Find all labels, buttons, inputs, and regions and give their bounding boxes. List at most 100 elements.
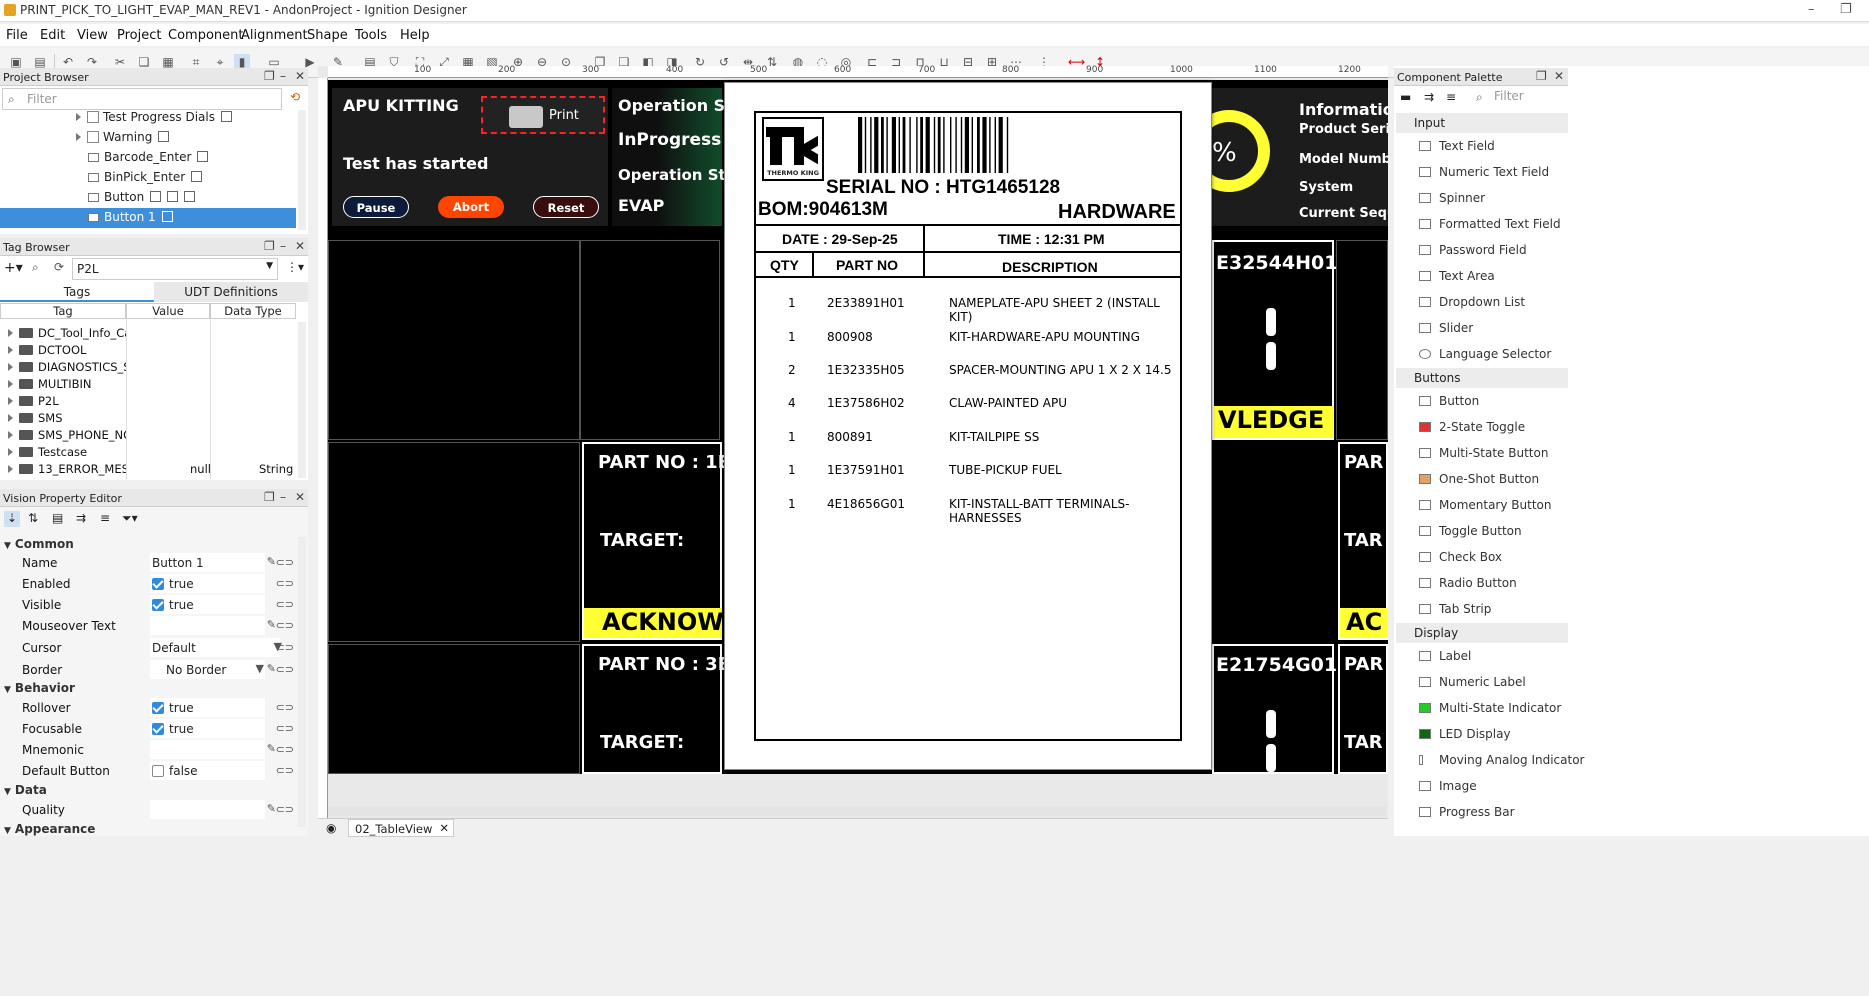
tag-row[interactable]: SMS <box>8 411 126 428</box>
palette-section-buttons[interactable]: Buttons <box>1396 368 1568 388</box>
palette-one-shot-button[interactable]: One-Shot Button <box>1419 472 1539 492</box>
prop-mnemonic[interactable]: Mnemonic ✎ ⊂⊃ <box>0 740 308 761</box>
palette-numeric-text-field[interactable]: Numeric Text Field <box>1419 165 1549 185</box>
prop-focusable[interactable]: Focusable true ⊂⊃ <box>0 719 308 740</box>
tag-row[interactable]: Testcase <box>8 445 126 462</box>
add-tag-icon[interactable]: +▾ <box>4 260 23 276</box>
abort-button[interactable]: Abort <box>438 196 504 218</box>
prop-default-button[interactable]: Default Button false ⊂⊃ <box>0 761 308 782</box>
tree-item-binpick-enter[interactable]: BinPick_Enter <box>88 170 288 190</box>
acknowledge-3[interactable]: VLEDGE <box>1214 406 1334 438</box>
more-options-icon[interactable]: ⋮▾ <box>286 260 304 274</box>
close-icon[interactable]: ✕ <box>295 69 305 83</box>
project-filter-input[interactable]: Filter <box>2 88 282 110</box>
palette-button[interactable]: Button <box>1419 394 1479 414</box>
tag-row[interactable]: P2L <box>8 394 126 411</box>
search-icon[interactable]: ⌕ <box>32 260 39 275</box>
print-button[interactable]: Print <box>481 96 605 134</box>
palette-radio-button[interactable]: Radio Button <box>1419 576 1517 596</box>
palette-image[interactable]: Image <box>1419 779 1477 799</box>
menu-help[interactable]: Help <box>400 28 430 43</box>
menu-file[interactable]: File <box>6 28 28 43</box>
float-icon[interactable]: ❐ <box>264 490 275 504</box>
table-icon[interactable]: ▤ <box>52 511 63 525</box>
prop-mouseover-text[interactable]: Mouseover Text ✎ ⊂⊃ <box>0 616 308 637</box>
palette-filter-input[interactable]: Filter <box>1470 86 1568 108</box>
menu-edit[interactable]: Edit <box>40 28 65 43</box>
col-value[interactable]: Value <box>126 303 210 319</box>
tab-tags[interactable]: Tags <box>0 282 154 302</box>
prop-quality[interactable]: Quality ✎ ⊂⊃ <box>0 800 308 821</box>
property-scrollbar[interactable] <box>298 537 306 827</box>
tab-02-tableview[interactable]: 02_TableView ✕ <box>348 819 454 837</box>
tree-item-barcode-enter[interactable]: Barcode_Enter <box>88 150 288 170</box>
palette-tab-strip[interactable]: Tab Strip <box>1419 602 1491 622</box>
col-data-type[interactable]: Data Type <box>210 303 296 319</box>
tab-udt-definitions[interactable]: UDT Definitions <box>154 282 308 302</box>
palette-view-icon[interactable]: ▬ <box>1400 90 1411 104</box>
palette-slider[interactable]: Slider <box>1419 321 1473 341</box>
palette-multi-state-button[interactable]: Multi-State Button <box>1419 446 1548 466</box>
tag-scrollbar[interactable] <box>298 322 306 478</box>
menu-view[interactable]: View <box>77 28 108 43</box>
palette-label[interactable]: Label <box>1419 649 1471 669</box>
menu-alignment[interactable]: Alignment <box>241 28 308 43</box>
acknowledge-5[interactable]: AC <box>1340 608 1388 638</box>
prop-visible[interactable]: Visible true ⊂⊃ <box>0 595 308 616</box>
menu-project[interactable]: Project <box>117 28 161 43</box>
tag-row[interactable]: SMS_PHONE_NO_I <box>8 428 126 445</box>
filter-options-icon[interactable]: ⟲ <box>290 90 300 104</box>
maximize-button[interactable]: ❐ <box>1840 2 1852 17</box>
float-icon[interactable]: ❐ <box>264 239 275 253</box>
close-icon[interactable]: ✕ <box>295 490 305 504</box>
palette-sort-icon[interactable]: ⇉ <box>1424 90 1434 104</box>
close-icon[interactable]: ✕ <box>1554 69 1564 83</box>
palette-progress-bar[interactable]: Progress Bar <box>1419 805 1515 825</box>
palette-formatted-text-field[interactable]: Formatted Text Field <box>1419 217 1561 237</box>
project-scrollbar[interactable] <box>298 110 306 230</box>
menu-component[interactable]: Component <box>168 28 243 43</box>
palette-numeric-label[interactable]: Numeric Label <box>1419 675 1526 695</box>
palette-check-box[interactable]: Check Box <box>1419 550 1502 570</box>
palette-section-display[interactable]: Display <box>1396 623 1568 643</box>
acknowledge-1[interactable]: ACKNOW <box>584 608 722 638</box>
pause-button[interactable]: Pause <box>343 196 409 218</box>
minimize-button[interactable]: – <box>1808 2 1815 17</box>
menu-shape[interactable]: Shape <box>307 28 348 43</box>
float-icon[interactable]: ❐ <box>1536 69 1547 83</box>
prop-enabled[interactable]: Enabled true ⊂⊃ <box>0 574 308 595</box>
prop-rollover[interactable]: Rollover true ⊂⊃ <box>0 698 308 719</box>
menu-tools[interactable]: Tools <box>355 28 387 43</box>
tag-row[interactable]: DIAGNOSTICS_SCI <box>8 360 126 377</box>
section-appearance[interactable]: ▼ Appearance <box>0 822 308 842</box>
tag-row[interactable]: 13_ERROR_MESSAC <box>8 462 126 479</box>
palette-led-display[interactable]: LED Display <box>1419 727 1511 747</box>
palette-text-field[interactable]: Text Field <box>1419 139 1495 159</box>
palette-text-area[interactable]: Text Area <box>1419 269 1495 289</box>
palette-toggle-button[interactable]: Toggle Button <box>1419 524 1522 544</box>
sort-alpha-icon[interactable]: ⇅ <box>28 511 38 525</box>
minimize-icon[interactable]: – <box>280 69 286 83</box>
prop-name[interactable]: Name Button 1 ✎ ⊂⊃ <box>0 553 308 574</box>
tree-item-button[interactable]: Button <box>88 190 288 210</box>
tag-row[interactable]: DC_Tool_Info_Card <box>8 326 126 343</box>
palette-multi-state-indicator[interactable]: Multi-State Indicator <box>1419 701 1561 721</box>
filter-icon[interactable]: ⏷▾ <box>122 511 138 526</box>
tree-item-button-1[interactable]: Button 1 <box>0 208 296 228</box>
float-icon[interactable]: ❐ <box>264 69 275 83</box>
palette-language-selector[interactable]: Language Selector <box>1419 347 1551 367</box>
tag-row[interactable]: DCTOOL <box>8 343 126 360</box>
palette-moving-analog-indicator[interactable]: Moving Analog Indicator <box>1419 753 1584 773</box>
tree-item-warning[interactable]: Warning <box>76 130 286 150</box>
minimize-icon[interactable]: – <box>280 239 286 253</box>
tree-item-test-progress-dials[interactable]: Test Progress Dials <box>76 110 286 130</box>
sort-category-icon[interactable]: ⇣ <box>4 511 20 527</box>
tag-provider-select[interactable]: P2L ▼ <box>72 258 278 280</box>
palette-list-icon[interactable]: ≡ <box>1446 90 1456 104</box>
palette-momentary-button[interactable]: Momentary Button <box>1419 498 1551 518</box>
canvas-horizontal-scrollbar[interactable] <box>328 806 1386 816</box>
palette-password-field[interactable]: Password Field <box>1419 243 1527 263</box>
script-icon[interactable]: ≡ <box>100 511 110 525</box>
reset-button[interactable]: Reset <box>533 196 599 218</box>
palette-section-input[interactable]: Input <box>1396 113 1568 133</box>
